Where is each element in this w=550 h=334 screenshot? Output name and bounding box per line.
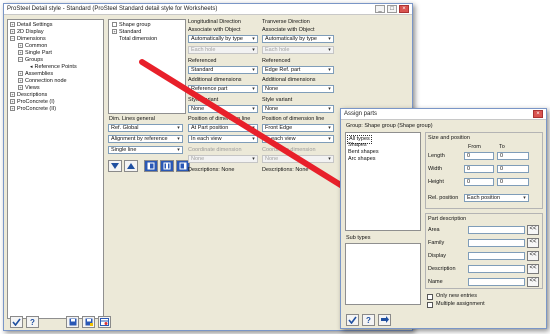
- list-item-bent-shapes[interactable]: Bent shapes: [348, 149, 379, 156]
- description-input[interactable]: [468, 265, 525, 273]
- display-input[interactable]: [468, 252, 525, 260]
- to-label: To: [499, 144, 505, 150]
- name-pick-button[interactable]: <<: [527, 277, 539, 287]
- assign-apply-button[interactable]: [378, 314, 391, 326]
- height-label: Height: [428, 179, 444, 185]
- assign-dialog-title: Assign parts: [344, 111, 378, 117]
- multiple-assignment-label: Multiple assignment: [436, 301, 485, 307]
- description-pick-button[interactable]: <<: [527, 264, 539, 274]
- width-from-input[interactable]: 0: [464, 165, 494, 173]
- width-label: Width: [428, 166, 443, 172]
- family-label: Family: [428, 240, 445, 246]
- area-pick-button[interactable]: <<: [527, 225, 539, 235]
- assign-titlebar: Assign parts ×: [341, 109, 546, 120]
- sub-types-list: [345, 243, 421, 305]
- area-input[interactable]: [468, 226, 525, 234]
- part-description-header: Part description: [428, 216, 467, 222]
- length-to-input[interactable]: 0: [497, 152, 529, 160]
- from-label: From: [468, 144, 481, 150]
- family-pick-button[interactable]: <<: [527, 238, 539, 248]
- multiple-assignment-checkbox[interactable]: [427, 302, 433, 308]
- sub-types-label: Sub types: [346, 235, 371, 241]
- name-input[interactable]: [468, 278, 525, 286]
- assign-parts-dialog: Assign parts × Group: Shape group (Shape…: [340, 108, 547, 329]
- assign-help-button[interactable]: ?: [362, 314, 375, 326]
- assign-ok-button[interactable]: [346, 314, 359, 326]
- checkmark-icon: [348, 316, 357, 324]
- length-from-input[interactable]: 0: [464, 152, 494, 160]
- family-input[interactable]: [468, 239, 525, 247]
- height-from-input[interactable]: 0: [464, 178, 494, 186]
- only-new-entries-checkbox[interactable]: [427, 294, 433, 300]
- only-new-entries-label: Only new entries: [436, 293, 477, 299]
- list-item-arc-shapes[interactable]: Arc shapes: [348, 156, 376, 163]
- rel-position-select[interactable]: Each position ▾: [464, 194, 529, 202]
- assign-close-button[interactable]: ×: [533, 110, 543, 118]
- name-label: Name: [428, 279, 443, 285]
- area-label: Area: [428, 227, 440, 233]
- group-label: Group: Shape group (Shape group): [346, 123, 433, 129]
- description-label: Description: [428, 266, 456, 272]
- length-label: Length: [428, 153, 445, 159]
- width-to-input[interactable]: 0: [497, 165, 529, 173]
- help-icon: ?: [366, 315, 371, 325]
- list-item-shapes[interactable]: Shapes: [348, 142, 367, 149]
- height-to-input[interactable]: 0: [497, 178, 529, 186]
- display-label: Display: [428, 253, 447, 259]
- size-position-header: Size and position: [428, 135, 470, 141]
- chevron-down-icon: ▾: [523, 195, 526, 201]
- apply-arrow-icon: [381, 316, 389, 323]
- display-pick-button[interactable]: <<: [527, 251, 539, 261]
- rel-position-label: Rel. position: [428, 195, 459, 201]
- types-list: All types Shapes Bent shapes Arc shapes: [345, 132, 421, 231]
